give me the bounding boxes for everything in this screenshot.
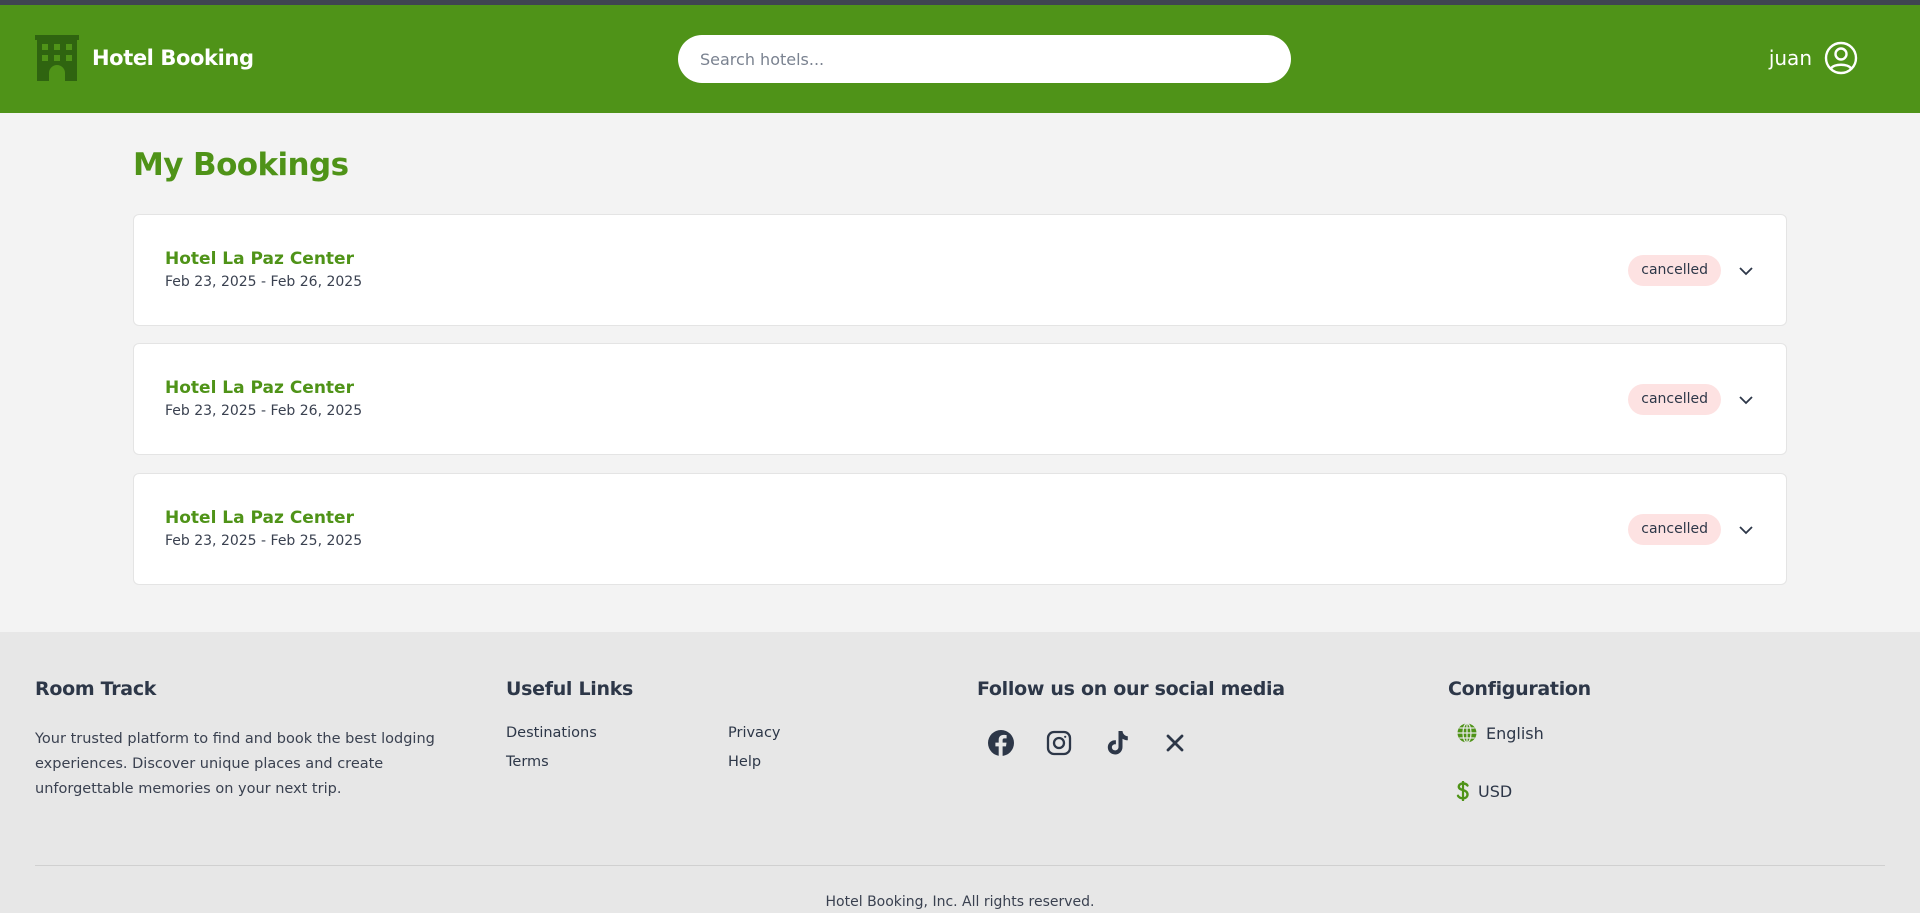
footer-config: Configuration English USD [1448, 678, 1748, 801]
footer-social-title: Follow us on our social media [977, 678, 1285, 700]
user-menu[interactable]: juan [1769, 41, 1858, 75]
brand-name: Hotel Booking [92, 46, 254, 70]
booking-hotel-name: Hotel La Paz Center [165, 249, 354, 269]
language-label: English [1486, 723, 1544, 743]
facebook-icon[interactable] [986, 728, 1016, 758]
user-circle-icon [1824, 41, 1858, 75]
footer-about-text: Your trusted platform to find and book t… [35, 731, 435, 797]
booking-hotel-name: Hotel La Paz Center [165, 508, 354, 528]
footer-about: Room Track Your trusted platform to find… [35, 678, 465, 802]
main-content: My Bookings Hotel La Paz Center Feb 23, … [133, 113, 1787, 585]
booking-card[interactable]: Hotel La Paz Center Feb 23, 2025 - Feb 2… [133, 214, 1787, 326]
booking-card[interactable]: Hotel La Paz Center Feb 23, 2025 - Feb 2… [133, 473, 1787, 585]
footer-divider [35, 865, 1885, 866]
globe-icon [1457, 722, 1477, 744]
booking-dates: Feb 23, 2025 - Feb 26, 2025 [165, 403, 363, 419]
footer-social: Follow us on our social media [977, 678, 1397, 758]
booking-card[interactable]: Hotel La Paz Center Feb 23, 2025 - Feb 2… [133, 343, 1787, 455]
booking-hotel-name: Hotel La Paz Center [165, 378, 354, 398]
footer-links-title: Useful Links [506, 678, 634, 700]
link-privacy[interactable]: Privacy [728, 725, 928, 741]
status-badge: cancelled [1628, 514, 1721, 545]
booking-dates: Feb 23, 2025 - Feb 26, 2025 [165, 274, 363, 290]
status-badge: cancelled [1628, 255, 1721, 286]
link-destinations[interactable]: Destinations [506, 725, 728, 741]
hotel-building-icon [35, 35, 79, 81]
site-header: Hotel Booking juan [0, 5, 1920, 113]
chevron-down-icon[interactable] [1738, 522, 1754, 538]
currency-label: USD [1478, 781, 1513, 801]
footer-about-title: Room Track [35, 678, 157, 700]
instagram-icon[interactable] [1044, 728, 1074, 758]
page-title: My Bookings [133, 147, 349, 183]
chevron-down-icon[interactable] [1738, 263, 1754, 279]
chevron-down-icon[interactable] [1738, 392, 1754, 408]
footer-links: Useful Links Destinations Privacy Terms … [506, 678, 926, 770]
status-badge: cancelled [1628, 384, 1721, 415]
link-help[interactable]: Help [728, 754, 928, 770]
site-footer: Room Track Your trusted platform to find… [0, 632, 1920, 913]
copyright-text: Hotel Booking, Inc. All rights reserved. [825, 894, 1095, 910]
username: juan [1768, 46, 1812, 70]
booking-dates: Feb 23, 2025 - Feb 25, 2025 [165, 533, 363, 549]
link-terms[interactable]: Terms [506, 754, 728, 770]
tiktok-icon[interactable] [1102, 728, 1132, 758]
search-input[interactable] [678, 35, 1291, 83]
footer-config-title: Configuration [1448, 678, 1591, 700]
brand[interactable]: Hotel Booking [35, 35, 254, 81]
currency-selector[interactable]: USD [1456, 780, 1512, 802]
language-selector[interactable]: English [1456, 722, 1544, 744]
x-icon[interactable] [1160, 728, 1190, 758]
dollar-icon [1456, 781, 1469, 801]
